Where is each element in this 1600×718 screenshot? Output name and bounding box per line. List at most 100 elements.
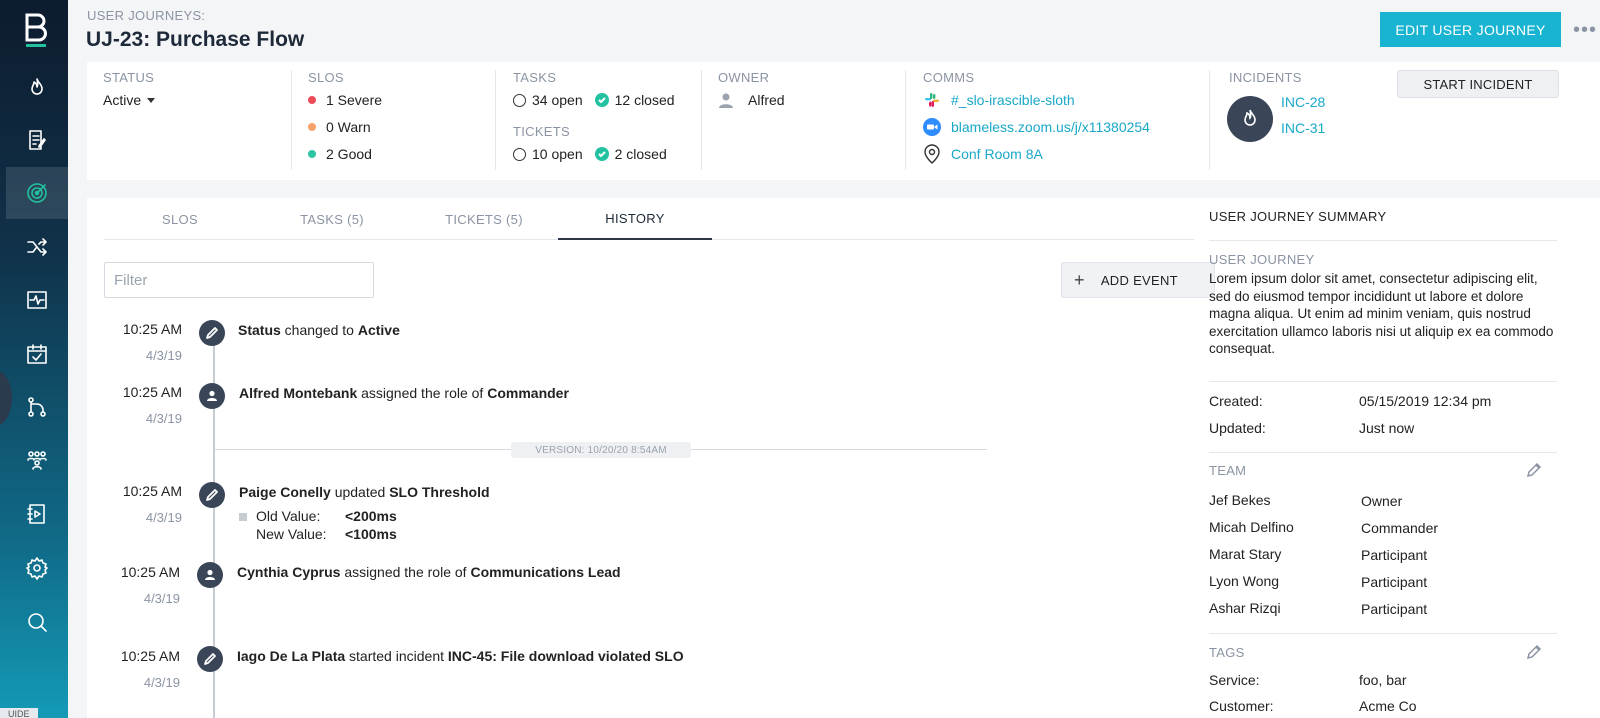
version-badge: VERSION: 10/20/20 8:54AM <box>511 442 691 458</box>
divider <box>1209 70 1210 170</box>
new-value-label: New Value: <box>256 526 327 542</box>
old-value-label: Old Value: <box>256 508 321 524</box>
zoom-link[interactable]: blameless.zoom.us/j/x11380254 <box>923 118 1150 136</box>
event-text: Status changed to Active <box>238 322 400 338</box>
filter-input[interactable] <box>104 262 374 298</box>
incidents-label: INCIDENTS <box>1229 70 1302 85</box>
sidebar-item-workflows[interactable] <box>6 381 68 433</box>
sidebar-item-postmortems[interactable] <box>6 114 68 166</box>
user-journey-label: USER JOURNEY <box>1209 252 1315 267</box>
event-text: Paige Conelly updated SLO Threshold <box>239 484 490 500</box>
event-date: 4/3/19 <box>143 675 180 690</box>
pencil-icon <box>197 646 223 672</box>
sidebar-item-reliability[interactable] <box>6 167 68 219</box>
user-journey-description: Lorem ipsum dolor sit amet, consectetur … <box>1209 271 1554 356</box>
incident-link-inc-31[interactable]: INC-31 <box>1281 120 1325 136</box>
check-circle-icon <box>594 147 609 161</box>
old-value: <200ms <box>345 508 397 524</box>
sidebar-item-search[interactable] <box>6 596 68 648</box>
start-incident-button[interactable]: START INCIDENT <box>1397 70 1559 98</box>
tickets-counts[interactable]: 10 open 2 closed <box>513 146 667 162</box>
slack-channel-link[interactable]: #_slo-irascible-sloth <box>923 91 1075 109</box>
more-options-icon[interactable]: ••• <box>1573 20 1597 40</box>
open-circle-icon <box>513 147 526 161</box>
change-details: Old Value: <200ms New Value: <100ms <box>239 508 459 548</box>
incident-link-inc-28[interactable]: INC-28 <box>1281 94 1325 110</box>
severe-dot-icon <box>308 96 316 104</box>
team-member-role: Commander <box>1361 520 1439 536</box>
room-link[interactable]: Conf Room 8A <box>923 144 1043 164</box>
team-member-name: Micah Delfino <box>1209 519 1294 535</box>
updated-value: Just now <box>1359 420 1415 436</box>
edit-user-journey-button[interactable]: EDIT USER JOURNEY <box>1380 12 1561 47</box>
search-icon <box>28 613 47 632</box>
team-member-role: Participant <box>1361 547 1428 563</box>
summary-divider <box>1209 452 1557 453</box>
tags-label: TAGS <box>1209 645 1245 660</box>
pencil-icon <box>199 320 225 346</box>
shuffle-icon <box>27 238 47 256</box>
team-icon <box>27 451 47 470</box>
event-text: Iago De La Plata started incident INC-45… <box>237 648 684 664</box>
team-member-name: Lyon Wong <box>1209 573 1280 589</box>
tab-history[interactable]: HISTORY <box>558 198 712 240</box>
service-value: foo, bar <box>1359 672 1407 688</box>
document-edit-icon <box>29 130 46 150</box>
event-time: 10:25 AM <box>122 384 182 400</box>
status-value: Active <box>103 92 142 108</box>
info-card: STATUS Active SLOS 1 Severe 0 Warn 2 Goo… <box>87 62 1600 180</box>
team-member-role: Participant <box>1361 601 1428 617</box>
playbook-icon <box>27 504 45 524</box>
service-label: Service: <box>1209 672 1260 688</box>
slo-good[interactable]: 2 Good <box>308 146 372 162</box>
breadcrumb[interactable]: USER JOURNEYS: <box>87 8 205 23</box>
tab-tickets[interactable]: TICKETS (5) <box>408 198 560 240</box>
tab-tasks[interactable]: TASKS (5) <box>256 198 408 240</box>
blameless-logo[interactable] <box>24 12 48 48</box>
updated-label: Updated: <box>1209 420 1266 436</box>
open-circle-icon <box>513 93 526 107</box>
sidebar-item-changes[interactable] <box>6 221 68 273</box>
slo-warn[interactable]: 0 Warn <box>308 119 371 135</box>
created-label: Created: <box>1209 393 1263 409</box>
calendar-check-icon <box>27 344 47 364</box>
edit-team-pencil-icon[interactable] <box>1526 462 1542 478</box>
team-member-name: Marat Stary <box>1209 546 1282 562</box>
tickets-label: TICKETS <box>513 124 570 139</box>
divider <box>905 70 906 170</box>
sidebar-item-teams[interactable] <box>6 434 68 486</box>
created-value: 05/15/2019 12:34 pm <box>1359 393 1492 409</box>
tasks-counts[interactable]: 34 open 12 closed <box>513 92 675 108</box>
plus-icon: + <box>1074 269 1085 290</box>
summary-divider <box>1209 240 1557 241</box>
event-time: 10:25 AM <box>120 648 180 664</box>
good-dot-icon <box>308 150 316 158</box>
sidebar-item-monitoring[interactable] <box>6 274 68 326</box>
customer-label: Customer: <box>1209 698 1274 714</box>
status-label: STATUS <box>103 70 155 85</box>
event-date: 4/3/19 <box>145 510 182 525</box>
owner-user[interactable]: Alfred <box>718 92 785 108</box>
summary-title: USER JOURNEY SUMMARY <box>1209 209 1387 224</box>
team-member-name: Jef Bekes <box>1209 492 1271 508</box>
caret-down-icon <box>147 97 156 103</box>
event-date: 4/3/19 <box>145 348 182 363</box>
flame-icon <box>1244 109 1256 126</box>
pencil-icon <box>199 482 225 508</box>
git-branch-icon <box>28 397 46 417</box>
tab-slos[interactable]: SLOS <box>104 198 256 240</box>
user-icon <box>719 93 733 108</box>
sidebar-item-calendar[interactable] <box>6 328 68 380</box>
sidebar-item-settings[interactable] <box>6 542 68 594</box>
team-member-name: Ashar Rizqi <box>1209 600 1281 616</box>
edit-tags-pencil-icon[interactable] <box>1526 644 1542 660</box>
slo-severe[interactable]: 1 Severe <box>308 92 382 108</box>
status-dropdown[interactable]: Active <box>103 92 156 108</box>
sidebar-item-incidents[interactable] <box>6 62 68 114</box>
add-event-button[interactable]: + ADD EVENT <box>1061 262 1215 298</box>
user-icon <box>199 383 225 409</box>
target-icon <box>27 183 47 203</box>
guide-tab[interactable]: UIDE <box>0 708 38 718</box>
event-time: 10:25 AM <box>120 564 180 580</box>
sidebar-item-runbooks[interactable] <box>6 488 68 540</box>
